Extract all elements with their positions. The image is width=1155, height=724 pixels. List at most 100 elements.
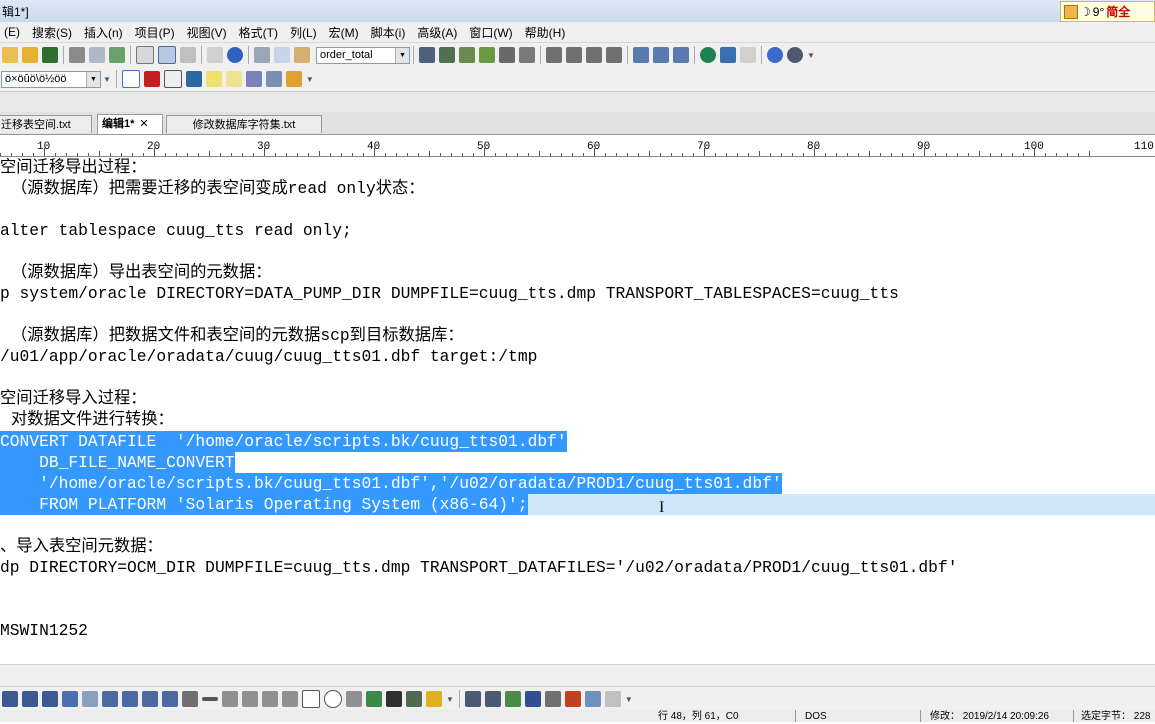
selected-line[interactable]: DB_FILE_NAME_CONVERT bbox=[0, 452, 235, 473]
table-grid-icon[interactable] bbox=[464, 691, 481, 707]
selected-line[interactable]: '/home/oracle/scripts.bk/cuug_tts01.dbf'… bbox=[0, 473, 782, 494]
abc-icon[interactable] bbox=[222, 691, 238, 707]
validate-icon[interactable] bbox=[504, 691, 521, 707]
ime-mode-label[interactable]: 简全 bbox=[1106, 3, 1130, 20]
radio-icon[interactable] bbox=[324, 690, 342, 708]
function-list-combo[interactable]: order_total ▼ bbox=[316, 46, 410, 64]
new-file-icon[interactable] bbox=[2, 47, 18, 63]
find-icon[interactable] bbox=[419, 47, 435, 63]
editor-line[interactable]: （源数据库）把数据文件和表空间的元数据scp到目标数据库： bbox=[11, 325, 464, 346]
yahoo-icon[interactable] bbox=[143, 71, 160, 87]
replace-in-files-icon[interactable] bbox=[519, 47, 535, 63]
info-icon[interactable] bbox=[767, 47, 783, 63]
menu-view[interactable]: 视图(V) bbox=[183, 24, 235, 41]
encoding-combo[interactable]: ö×öûö\ö½öö ▼ bbox=[1, 70, 101, 88]
font-icon[interactable] bbox=[62, 691, 78, 707]
list-icon[interactable] bbox=[207, 47, 223, 63]
color-icon[interactable] bbox=[426, 691, 442, 707]
chevron-down-icon[interactable]: ▼ bbox=[86, 71, 100, 87]
tab-migrate-tablespace[interactable]: 迁移表空间.txt bbox=[0, 115, 92, 133]
bullet-list-icon[interactable] bbox=[22, 691, 38, 707]
editor-line[interactable]: 空间迁移导出过程： bbox=[0, 157, 147, 178]
cut-icon[interactable] bbox=[254, 47, 270, 63]
split-vertical-icon[interactable] bbox=[653, 47, 669, 63]
google-icon[interactable] bbox=[121, 70, 140, 88]
link-icon[interactable] bbox=[265, 71, 282, 87]
id-icon[interactable] bbox=[524, 691, 541, 707]
toolbar-overflow-icon[interactable]: ▼ bbox=[306, 75, 314, 84]
find-in-files-icon[interactable] bbox=[499, 47, 515, 63]
horizontal-scrollbar[interactable] bbox=[0, 664, 1155, 687]
editor-line[interactable]: dp DIRECTORY=OCM_DIR DUMPFILE=cuug_tts.d… bbox=[0, 557, 958, 578]
menu-advanced[interactable]: 高级(A) bbox=[413, 24, 465, 41]
button-icon[interactable] bbox=[282, 691, 298, 707]
image-icon[interactable] bbox=[366, 691, 382, 707]
copy-icon[interactable] bbox=[274, 47, 290, 63]
selected-line[interactable]: FROM PLATFORM 'Solaris Operating System … bbox=[0, 494, 528, 515]
checkbox-icon[interactable] bbox=[302, 690, 320, 708]
print-icon[interactable] bbox=[69, 47, 85, 63]
preview-icon[interactable] bbox=[584, 691, 601, 707]
editor-line[interactable]: 、导入表空间元数据： bbox=[0, 536, 163, 557]
print-preview-icon[interactable] bbox=[89, 47, 105, 63]
php-icon[interactable] bbox=[245, 71, 262, 87]
notes-icon[interactable] bbox=[225, 71, 242, 87]
close-tag-icon[interactable] bbox=[604, 691, 621, 707]
menu-macro[interactable]: 宏(M) bbox=[325, 24, 367, 41]
editor-line[interactable]: alter tablespace cuug_tts read only; bbox=[0, 220, 352, 241]
toolbar-overflow-icon[interactable]: ▼ bbox=[807, 51, 815, 60]
close-icon[interactable]: ✕ bbox=[139, 118, 148, 130]
menu-format[interactable]: 格式(T) bbox=[235, 24, 286, 41]
find-prev-icon[interactable] bbox=[459, 47, 475, 63]
windows-logo-icon[interactable] bbox=[285, 71, 302, 87]
input-icon[interactable] bbox=[262, 691, 278, 707]
split-horizontal-icon[interactable] bbox=[633, 47, 649, 63]
table-icon[interactable] bbox=[182, 691, 198, 707]
anchor-icon[interactable] bbox=[386, 691, 402, 707]
word-wrap-icon[interactable] bbox=[158, 46, 176, 64]
tab-edit1[interactable]: 编辑1* ✕ bbox=[97, 114, 163, 134]
align-icon[interactable] bbox=[122, 691, 138, 707]
editor-line[interactable]: （源数据库）导出表空间的元数据： bbox=[11, 262, 272, 283]
align-center-icon[interactable] bbox=[566, 47, 582, 63]
hr-icon[interactable] bbox=[202, 697, 218, 701]
menu-column[interactable]: 列(L) bbox=[286, 24, 325, 41]
align-icon[interactable] bbox=[102, 691, 118, 707]
editor-line[interactable]: 对数据文件进行转换： bbox=[11, 409, 174, 430]
replace-icon[interactable] bbox=[479, 47, 495, 63]
page-icon[interactable] bbox=[136, 46, 154, 64]
windows-icon[interactable] bbox=[673, 47, 689, 63]
tab-modify-charset[interactable]: 修改数据库字符集.txt bbox=[166, 115, 322, 133]
menu-search[interactable]: 搜索(S) bbox=[28, 24, 80, 41]
special-chars-icon[interactable] bbox=[406, 691, 422, 707]
menu-project[interactable]: 项目(P) bbox=[131, 24, 183, 41]
text-editor[interactable]: 空间迁移导出过程： （源数据库）把需要迁移的表空间变成read only状态： … bbox=[0, 157, 1155, 664]
menu-insert[interactable]: 插入(n) bbox=[80, 24, 131, 41]
dictionary-icon[interactable] bbox=[185, 71, 202, 87]
hex-icon[interactable] bbox=[180, 47, 196, 63]
editor-line[interactable]: /u01/app/oracle/oradata/cuug/cuug_tts01.… bbox=[0, 346, 537, 367]
toolbar-overflow-icon[interactable]: ▼ bbox=[446, 695, 454, 704]
select-icon[interactable] bbox=[346, 691, 362, 707]
chevron-down-icon[interactable]: ▼ bbox=[395, 47, 409, 63]
document-icon[interactable] bbox=[740, 47, 756, 63]
align-icon[interactable] bbox=[142, 691, 158, 707]
flash-icon[interactable] bbox=[564, 691, 581, 707]
table-props-icon[interactable] bbox=[484, 691, 501, 707]
screen-icon[interactable] bbox=[720, 47, 736, 63]
paste-icon[interactable] bbox=[294, 47, 310, 63]
menu-help[interactable]: 帮助(H) bbox=[521, 24, 574, 41]
toolbar-overflow-icon[interactable]: ▼ bbox=[625, 695, 633, 704]
align-icon[interactable] bbox=[162, 691, 178, 707]
selected-line[interactable]: CONVERT DATAFILE '/home/oracle/scripts.b… bbox=[0, 431, 567, 452]
align-left-icon[interactable] bbox=[546, 47, 562, 63]
editor-line[interactable]: 空间迁移导入过程： bbox=[0, 388, 147, 409]
menu-script[interactable]: 脚本(i) bbox=[367, 24, 414, 41]
edit-icon[interactable] bbox=[82, 691, 98, 707]
markup-icon[interactable] bbox=[544, 691, 561, 707]
editor-line[interactable]: p system/oracle DIRECTORY=DATA_PUMP_DIR … bbox=[0, 283, 899, 304]
ime-status-bar[interactable]: ☽ 9° 简全 bbox=[1060, 1, 1155, 22]
numbered-list-icon[interactable] bbox=[42, 691, 58, 707]
lightbulb-icon[interactable] bbox=[205, 71, 222, 87]
editor-line[interactable]: （源数据库）把需要迁移的表空间变成read only状态： bbox=[11, 178, 425, 199]
